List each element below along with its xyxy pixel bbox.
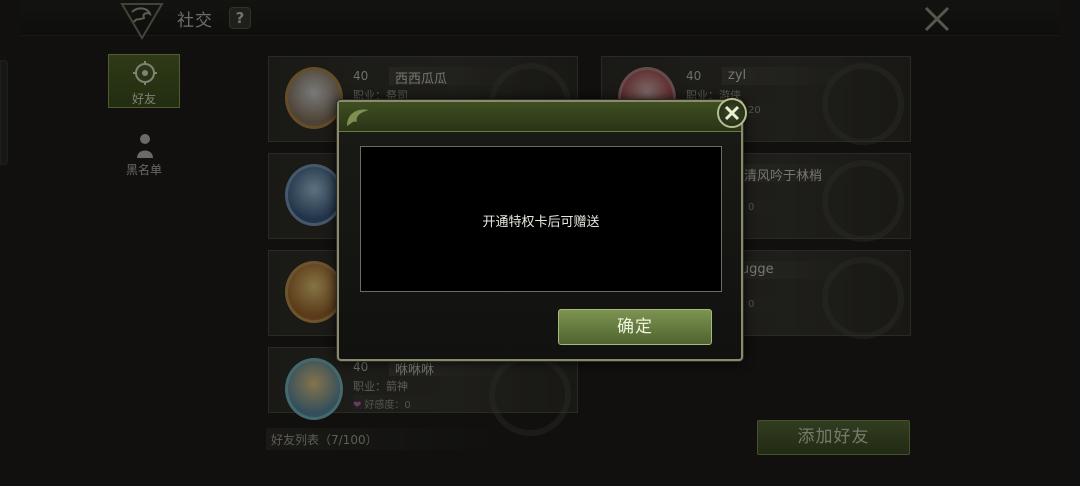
dialog-message: 开通特权卡后可赠送 [482, 215, 600, 230]
message-box: 开通特权卡后可赠送 [360, 146, 722, 292]
ornament-icon [347, 109, 369, 126]
dialog-header [339, 102, 741, 132]
gift-dialog: 开通特权卡后可赠送 确定 [337, 98, 747, 361]
dialog-close-icon[interactable] [717, 98, 747, 128]
confirm-button[interactable]: 确定 [558, 309, 712, 345]
